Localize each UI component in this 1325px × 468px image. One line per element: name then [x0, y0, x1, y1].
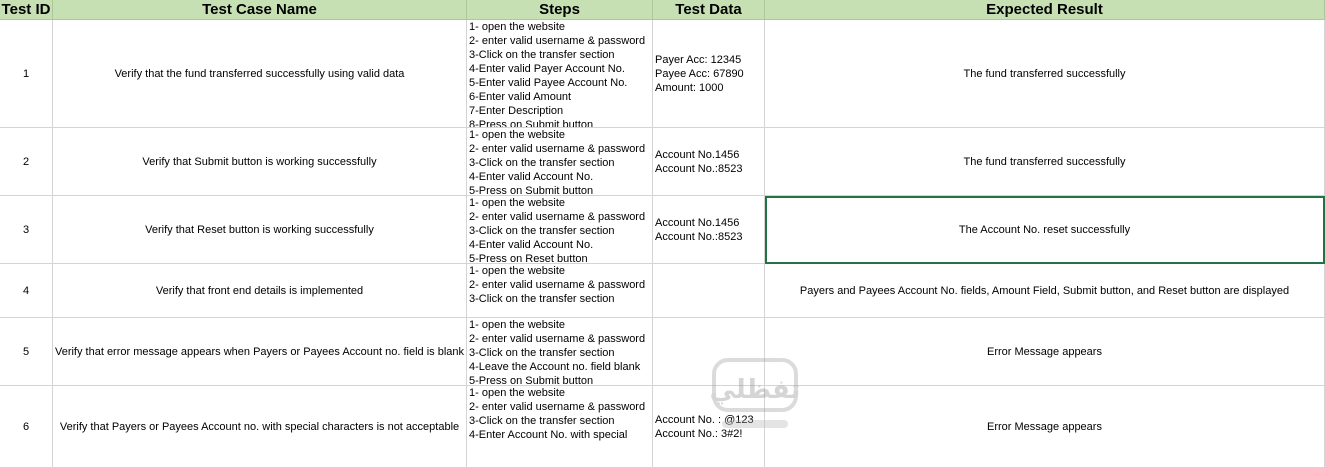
- step-line: 2- enter valid username & password: [469, 143, 646, 155]
- cell-test-data[interactable]: Payer Acc: 12345 Payee Acc: 67890 Amount…: [653, 20, 765, 128]
- cell-steps[interactable]: 1- open the website 2- enter valid usern…: [467, 128, 653, 196]
- cell-test-id[interactable]: 1: [0, 20, 53, 128]
- cell-steps[interactable]: 1- open the website 2- enter valid usern…: [467, 318, 653, 386]
- test-data-line: Account No.1456: [655, 216, 740, 229]
- test-data-line: Account No. : @123: [655, 413, 754, 426]
- step-line: 1- open the website: [469, 129, 566, 141]
- step-line: 4-Leave the Account no. field blank: [469, 361, 641, 373]
- cell-steps[interactable]: 1- open the website 2- enter valid usern…: [467, 20, 653, 128]
- cell-test-id[interactable]: 3: [0, 196, 53, 264]
- header-test-case-name[interactable]: Test Case Name: [53, 0, 467, 20]
- step-line: 1- open the website: [469, 265, 566, 277]
- step-line: 3-Click on the transfer section: [469, 347, 615, 359]
- cell-test-id[interactable]: 2: [0, 128, 53, 196]
- step-line: 8-Press on Submit button: [469, 119, 594, 128]
- step-line: 5-Press on Reset button: [469, 253, 588, 264]
- test-data-line: Payer Acc: 12345: [655, 53, 742, 66]
- step-line: 2- enter valid username & password: [469, 401, 646, 413]
- test-data-line: Account No.:8523: [655, 162, 743, 175]
- test-data-line: Account No.1456: [655, 148, 740, 161]
- step-line: 3-Click on the transfer section: [469, 49, 615, 61]
- cell-steps[interactable]: 1- open the website 2- enter valid usern…: [467, 196, 653, 264]
- step-line: 7-Enter Description: [469, 105, 564, 117]
- step-line: 4-Enter Account No. with special: [469, 429, 628, 441]
- cell-test-case-name[interactable]: Verify that Payers or Payees Account no.…: [53, 386, 467, 468]
- test-data-line: Amount: 1000: [655, 81, 724, 94]
- cell-test-id[interactable]: 4: [0, 264, 53, 318]
- cell-test-data[interactable]: Account No.1456 Account No.:8523: [653, 196, 765, 264]
- step-line: 2- enter valid username & password: [469, 279, 646, 291]
- step-line: 3-Click on the transfer section: [469, 293, 615, 305]
- step-line: 5-Press on Submit button: [469, 375, 594, 386]
- step-line: 4-Enter valid Account No.: [469, 239, 594, 251]
- test-data-line: Account No.: 3#2!: [655, 427, 743, 440]
- cell-test-data[interactable]: [653, 264, 765, 318]
- header-steps[interactable]: Steps: [467, 0, 653, 20]
- cell-expected-result[interactable]: Error Message appears: [765, 386, 1325, 468]
- step-line: 3-Click on the transfer section: [469, 225, 615, 237]
- cell-test-data[interactable]: [653, 318, 765, 386]
- step-line: 3-Click on the transfer section: [469, 157, 615, 169]
- cell-test-data[interactable]: Account No.1456 Account No.:8523: [653, 128, 765, 196]
- cell-test-case-name[interactable]: Verify that the fund transferred success…: [53, 20, 467, 128]
- cell-expected-result[interactable]: Error Message appears: [765, 318, 1325, 386]
- cell-test-data[interactable]: Account No. : @123 Account No.: 3#2!: [653, 386, 765, 468]
- step-line: 5-Enter valid Payee Account No.: [469, 77, 628, 89]
- cell-test-case-name[interactable]: Verify that Reset button is working succ…: [53, 196, 467, 264]
- cell-steps[interactable]: 1- open the website 2- enter valid usern…: [467, 386, 653, 468]
- cell-expected-result-selected[interactable]: The Account No. reset successfully: [765, 196, 1325, 264]
- cell-test-id[interactable]: 6: [0, 386, 53, 468]
- cell-test-case-name[interactable]: Verify that error message appears when P…: [53, 318, 467, 386]
- step-line: 1- open the website: [469, 319, 566, 331]
- test-data-line: Payee Acc: 67890: [655, 67, 744, 80]
- step-line: 2- enter valid username & password: [469, 211, 646, 223]
- step-line: 3-Click on the transfer section: [469, 415, 615, 427]
- cell-expected-result[interactable]: Payers and Payees Account No. fields, Am…: [765, 264, 1325, 318]
- cell-test-case-name[interactable]: Verify that Submit button is working suc…: [53, 128, 467, 196]
- cell-expected-result[interactable]: The fund transferred successfully: [765, 128, 1325, 196]
- step-line: 2- enter valid username & password: [469, 35, 646, 47]
- step-line: 1- open the website: [469, 387, 566, 399]
- header-expected-result[interactable]: Expected Result: [765, 0, 1325, 20]
- cell-test-id[interactable]: 5: [0, 318, 53, 386]
- step-line: 1- open the website: [469, 21, 566, 33]
- step-line: 1- open the website: [469, 197, 566, 209]
- header-test-data[interactable]: Test Data: [653, 0, 765, 20]
- step-line: 2- enter valid username & password: [469, 333, 646, 345]
- step-line: 5-Press on Submit button: [469, 185, 594, 196]
- cell-steps[interactable]: 1- open the website 2- enter valid usern…: [467, 264, 653, 318]
- cell-test-case-name[interactable]: Verify that front end details is impleme…: [53, 264, 467, 318]
- test-case-table: Test ID Test Case Name Steps Test Data E…: [0, 0, 1325, 468]
- test-data-line: Account No.:8523: [655, 230, 743, 243]
- header-test-id[interactable]: Test ID: [0, 0, 53, 20]
- step-line: 6-Enter valid Amount: [469, 91, 572, 103]
- step-line: 4-Enter valid Account No.: [469, 171, 594, 183]
- step-line: 4-Enter valid Payer Account No.: [469, 63, 625, 75]
- cell-expected-result[interactable]: The fund transferred successfully: [765, 20, 1325, 128]
